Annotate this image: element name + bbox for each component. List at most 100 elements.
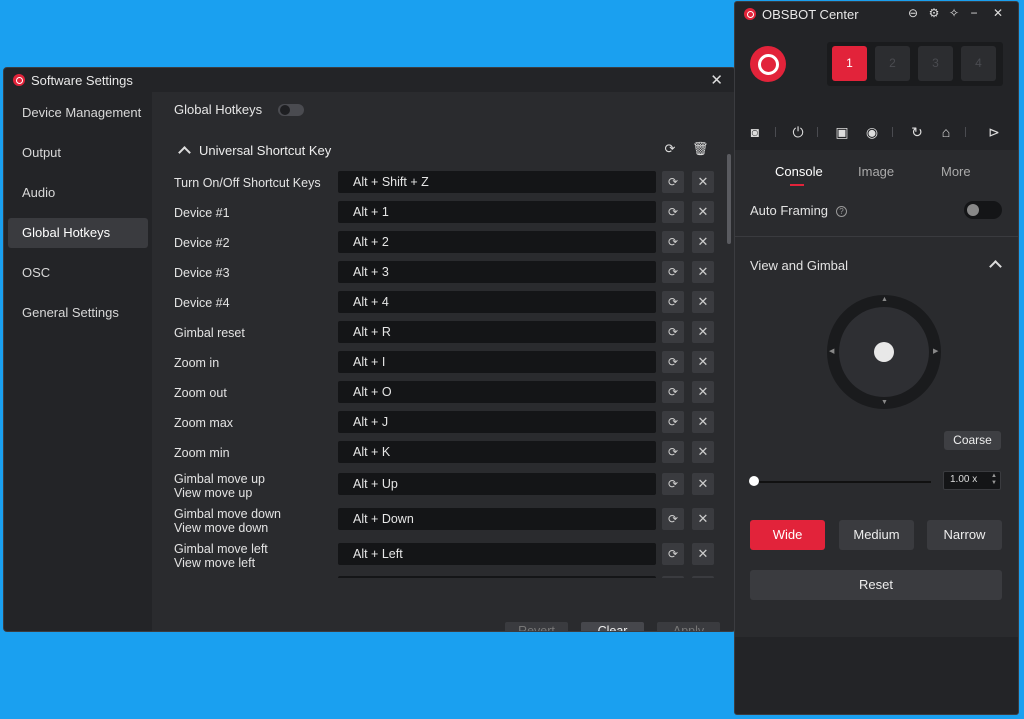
sidebar-item-device-management[interactable]: Device Management <box>8 98 148 128</box>
hotkey-clear-icon[interactable]: ✕ <box>692 321 714 343</box>
hotkey-reset-icon[interactable]: ⟳ <box>662 171 684 193</box>
close-icon[interactable]: ✕ <box>991 6 1005 20</box>
hotkey-label: Zoom in <box>174 356 220 370</box>
hotkey-reset-icon[interactable]: ⟳ <box>662 441 684 463</box>
reset-all-icon[interactable]: ⟳ <box>662 141 678 157</box>
joystick-pad <box>839 307 929 397</box>
hotkey-reset-icon[interactable]: ⟳ <box>662 231 684 253</box>
hotkey-clear-icon[interactable]: ✕ <box>692 508 714 530</box>
hotkey-input[interactable]: Alt + Right <box>338 576 656 578</box>
spin-arrows-icon[interactable]: ▲ ▼ <box>991 473 997 487</box>
device-1-button[interactable]: 1 <box>832 46 867 81</box>
tab-image[interactable]: Image <box>858 164 894 179</box>
hotkey-clear-icon[interactable]: ✕ <box>692 261 714 283</box>
hotkey-input[interactable]: Alt + R <box>338 321 656 343</box>
hotkey-input[interactable]: Alt + Shift + Z <box>338 171 656 193</box>
sidebar-item-global-hotkeys[interactable]: Global Hotkeys <box>8 218 148 248</box>
hotkey-input[interactable]: Alt + O <box>338 381 656 403</box>
scrollbar[interactable] <box>727 154 731 244</box>
hotkey-reset-icon[interactable]: ⟳ <box>662 351 684 373</box>
global-hotkeys-toggle[interactable] <box>278 103 305 116</box>
hotkey-input[interactable]: Alt + 1 <box>338 201 656 223</box>
hotkey-clear-icon[interactable]: ✕ <box>692 473 714 495</box>
device-2-button[interactable]: 2 <box>875 46 910 81</box>
tracking-icon[interactable]: ⌂ <box>936 122 956 142</box>
help-icon[interactable]: ? <box>836 206 847 217</box>
hotkey-reset-icon[interactable]: ⟳ <box>662 543 684 565</box>
sidebar-item-osc[interactable]: OSC <box>8 258 148 288</box>
tab-more[interactable]: More <box>941 164 971 179</box>
section-title: Universal Shortcut Key <box>199 143 332 158</box>
clear-all-icon[interactable]: 🗑 <box>692 141 709 157</box>
auto-framing-toggle[interactable] <box>964 201 1002 219</box>
hotkey-clear-icon[interactable]: ✕ <box>692 441 714 463</box>
settings-close-icon[interactable]: ✕ <box>710 71 723 89</box>
gimbal-joystick[interactable]: ▲ ▼ ◀ ▶ <box>827 295 941 409</box>
hotkey-input[interactable]: Alt + 2 <box>338 231 656 253</box>
hotkey-reset-icon[interactable]: ⟳ <box>662 508 684 530</box>
hotkey-clear-icon[interactable]: ✕ <box>692 543 714 565</box>
coarse-button[interactable]: Coarse <box>944 431 1001 450</box>
chevron-up-icon[interactable] <box>989 260 1002 273</box>
universal-shortcut-header[interactable]: Universal Shortcut Key <box>176 143 332 159</box>
revert-button[interactable]: Revert <box>505 622 568 631</box>
webcam-icon[interactable]: ◉ <box>862 122 882 142</box>
hotkey-reset-icon[interactable]: ⟳ <box>662 261 684 283</box>
hotkey-clear-icon[interactable]: ✕ <box>692 291 714 313</box>
pin-icon[interactable]: ✧ <box>947 6 961 20</box>
hotkey-input[interactable]: Alt + 4 <box>338 291 656 313</box>
hotkey-reset-icon[interactable]: ⟳ <box>662 291 684 313</box>
hotkey-input[interactable]: Alt + 3 <box>338 261 656 283</box>
clear-button[interactable]: Clear <box>581 622 644 631</box>
hotkey-reset-icon[interactable]: ⟳ <box>662 411 684 433</box>
hotkey-label: Gimbal reset <box>174 326 245 340</box>
zoom-value-field[interactable]: 1.00 x ▲ ▼ <box>943 471 1001 490</box>
hotkey-reset-icon[interactable]: ⟳ <box>662 321 684 343</box>
arrow-up-icon[interactable]: ▲ <box>881 296 888 303</box>
hotkey-clear-icon[interactable]: ✕ <box>692 231 714 253</box>
hotkey-input[interactable]: Alt + J <box>338 411 656 433</box>
power-icon[interactable]: ⏻ <box>788 122 808 142</box>
minimize-mode-icon[interactable]: ⊖ <box>906 6 920 20</box>
hotkey-input[interactable]: Alt + I <box>338 351 656 373</box>
sidebar-item-audio[interactable]: Audio <box>8 178 148 208</box>
zoom-slider[interactable] <box>753 481 931 483</box>
hotkey-reset-icon[interactable]: ⟳ <box>662 201 684 223</box>
minimize-icon[interactable]: − <box>967 6 981 20</box>
arrow-left-icon[interactable]: ◀ <box>829 347 834 355</box>
hotkey-clear-icon[interactable]: ✕ <box>692 411 714 433</box>
zoom-slider-thumb[interactable] <box>749 476 759 486</box>
arrow-down-icon[interactable]: ▼ <box>881 399 888 406</box>
apply-button[interactable]: Apply <box>657 622 720 631</box>
wide-button[interactable]: Wide <box>750 520 825 550</box>
expand-icon[interactable]: ⊳ <box>984 122 1004 142</box>
sidebar-item-output[interactable]: Output <box>8 138 148 168</box>
medium-button[interactable]: Medium <box>839 520 914 550</box>
hotkey-reset-icon[interactable]: ⟳ <box>662 473 684 495</box>
joystick-knob[interactable] <box>874 342 894 362</box>
hotkey-input[interactable]: Alt + Down <box>338 508 656 530</box>
hotkey-reset-icon[interactable]: ⟳ <box>662 576 684 578</box>
refresh-icon[interactable]: ↻ <box>907 122 927 142</box>
hotkey-input[interactable]: Alt + K <box>338 441 656 463</box>
tab-console[interactable]: Console <box>775 164 823 179</box>
device-4-button[interactable]: 4 <box>961 46 996 81</box>
obsbot-brand-icon <box>750 46 786 82</box>
record-icon[interactable]: ▣ <box>832 122 852 142</box>
hotkey-reset-icon[interactable]: ⟳ <box>662 381 684 403</box>
sidebar-item-general-settings[interactable]: General Settings <box>8 298 148 328</box>
hotkey-clear-icon[interactable]: ✕ <box>692 351 714 373</box>
arrow-right-icon[interactable]: ▶ <box>933 347 938 355</box>
hotkey-clear-icon[interactable]: ✕ <box>692 576 714 578</box>
narrow-button[interactable]: Narrow <box>927 520 1002 550</box>
device-3-button[interactable]: 3 <box>918 46 953 81</box>
settings-content: Global Hotkeys Universal Shortcut Key ⟳ … <box>152 92 735 631</box>
reset-button[interactable]: Reset <box>750 570 1002 600</box>
hotkey-clear-icon[interactable]: ✕ <box>692 201 714 223</box>
hotkey-input[interactable]: Alt + Left <box>338 543 656 565</box>
camera-snapshot-icon[interactable]: ◙ <box>745 122 765 142</box>
settings-gear-icon[interactable]: ⚙ <box>927 6 941 20</box>
hotkey-clear-icon[interactable]: ✕ <box>692 381 714 403</box>
hotkey-clear-icon[interactable]: ✕ <box>692 171 714 193</box>
hotkey-input[interactable]: Alt + Up <box>338 473 656 495</box>
